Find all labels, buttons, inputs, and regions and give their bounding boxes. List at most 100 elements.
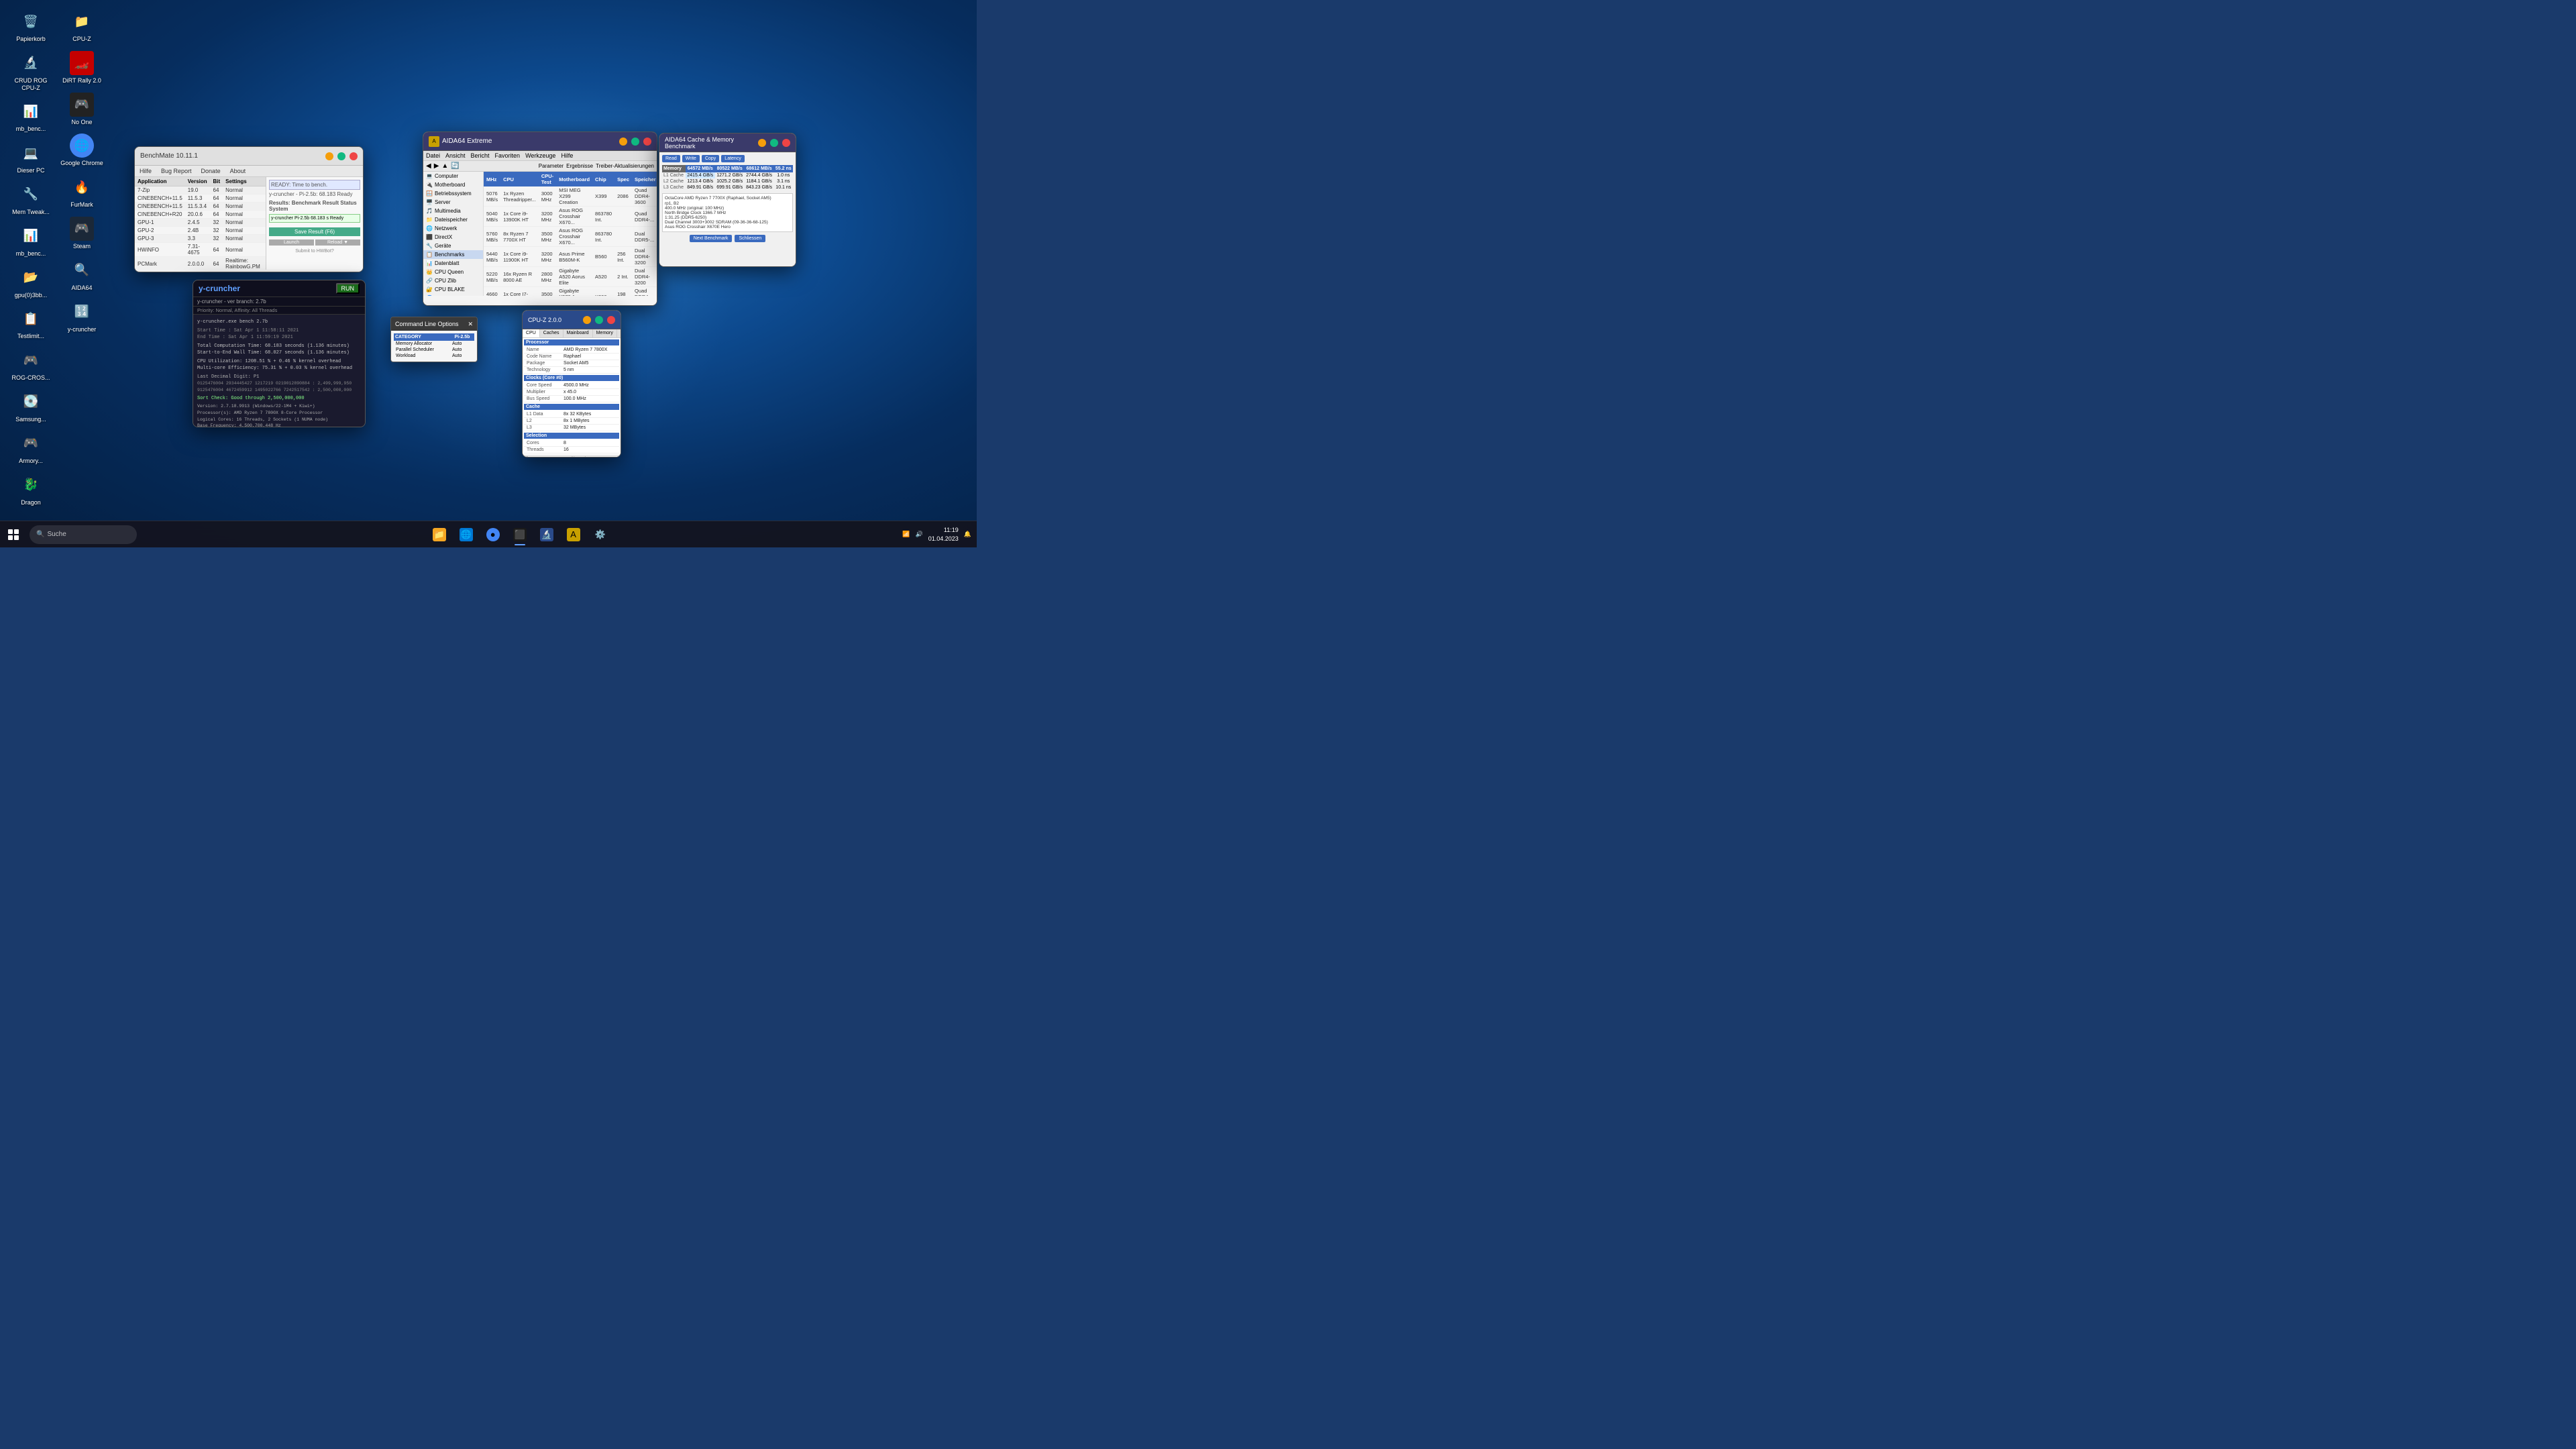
aida-bench-maximize[interactable] — [770, 139, 778, 147]
taskbar-app-terminal[interactable]: ⬛ — [508, 523, 532, 547]
benchmate-menu-about[interactable]: About — [228, 167, 248, 175]
desktop-icon-mem-tweak[interactable]: 🔧 Mem Tweak... — [7, 180, 55, 219]
taskbar-app-aida[interactable]: A — [561, 523, 586, 547]
aida64-toolbar-param[interactable]: Parameter — [539, 163, 564, 169]
benchmate-maximize[interactable] — [337, 152, 345, 160]
aida-bench-write-btn[interactable]: Write — [682, 155, 700, 162]
desktop-icon-dieser-pc[interactable]: 💻 Dieser PC — [7, 138, 55, 177]
cmdopts-parallel-value: Auto — [450, 347, 474, 353]
desktop-icon-testlimit[interactable]: 📋 Testlimit... — [7, 304, 55, 343]
desktop-icon-rog-cross[interactable]: 🎮 ROG-CROS... — [7, 345, 55, 384]
desktop-icon-dragon[interactable]: 🐉 Dragon — [7, 470, 55, 509]
aida64-toolbar-update[interactable]: Treiber-Aktualisierungen — [596, 163, 654, 169]
cpuz-tab-caches[interactable]: Caches — [540, 329, 564, 337]
taskbar-app-cpuz[interactable]: 🔬 — [535, 523, 559, 547]
taskbar-app-edge[interactable]: 🌐 — [454, 523, 478, 547]
aida-bench-close-btn[interactable]: Schliessen — [735, 235, 765, 242]
taskbar-start-button[interactable] — [0, 521, 27, 548]
aida64-sidebar-server[interactable]: 🖥️ Server — [423, 198, 483, 207]
desktop-icon-recycle-bin[interactable]: 🗑️ Papierkorb — [7, 7, 55, 46]
aida64-sidebar-betriebssystem[interactable]: 🪟 Betriebssystem — [423, 189, 483, 198]
benchmate-launch-button[interactable]: Launch — [269, 239, 314, 246]
aida-bench-next-btn[interactable]: Next Benchmark — [690, 235, 733, 242]
taskbar-app-settings[interactable]: ⚙️ — [588, 523, 612, 547]
benchmate-menu-hilfe[interactable]: Hilfe — [138, 167, 154, 175]
benchmate-content: Hilfe Bug Report Donate About Applicatio… — [135, 166, 363, 272]
aida-taskbar-icon: A — [567, 528, 580, 541]
aida64-sidebar-motherboard[interactable]: 🔌 Motherboard — [423, 180, 483, 189]
aida64-toolbar-up[interactable]: ▲ — [441, 162, 448, 170]
ycruncher-terminal[interactable]: y-cruncher.exe bench 2.7b Start Time : S… — [193, 315, 365, 427]
aida-bench-minimize[interactable] — [758, 139, 766, 147]
table-row: CINEBENCH+11.511.5.3.464Normal — [135, 203, 266, 211]
aida64-close[interactable] — [643, 138, 651, 146]
cpuz-folder-label: CPU-Z — [72, 36, 91, 43]
desktop-icon-steam[interactable]: 🎮 Steam — [58, 214, 106, 253]
aida-bench-read-btn[interactable]: Read — [662, 155, 680, 162]
aida64-minimize[interactable] — [619, 138, 627, 146]
aida64-toolbar-refresh[interactable]: 🔄 — [451, 162, 459, 170]
desktop-icon-google-chrome[interactable]: 🌐 Google Chrome — [58, 131, 106, 170]
aida64-menu-hilfe[interactable]: Hilfe — [561, 152, 573, 159]
cpuz-core-speed-label: Core Speed — [527, 383, 564, 388]
desktop-icon-gpu3bb[interactable]: 📂 gpu(0)3bb... — [7, 263, 55, 302]
aida64-sidebar-computer[interactable]: 💻 Computer — [423, 172, 483, 180]
aida64-sidebar-benchmarks[interactable]: 📊 Datenblatt — [423, 259, 483, 268]
aida64-sidebar-dateispeicher[interactable]: 📁 Dateispeicher — [423, 215, 483, 224]
desktop-icon-mb-benchmark[interactable]: 📊 mb_benc... — [7, 97, 55, 136]
cpuz-tab-mainboard[interactable]: Mainboard — [564, 329, 593, 337]
aida64-menu-ansicht[interactable]: Ansicht — [445, 152, 466, 159]
aida-bench-latency-btn[interactable]: Latency — [721, 155, 745, 162]
cpuz-tab-cpu[interactable]: CPU — [523, 329, 540, 337]
cpuz-close[interactable] — [607, 316, 615, 324]
desktop-icon-samsung[interactable]: 💽 Samsung... — [7, 387, 55, 426]
aida64-sidebar-multimedia[interactable]: 🎵 Multimedia — [423, 207, 483, 215]
desktop-icon-dirt-rally[interactable]: 🏎️ DiRT Rally 2.0 — [58, 48, 106, 87]
aida64-sidebar-cpu-blake[interactable]: 🔐 CPU BLAKE — [423, 285, 483, 294]
desktop-icon-mb-bench2[interactable]: 📊 mb_benc... — [7, 221, 55, 260]
aida64-sidebar-fpu-mandel[interactable]: 🌀 FPU Mandel — [423, 294, 483, 296]
desktop-icon-crud-rog[interactable]: 🔬 CRUD ROG CPU-Z — [7, 48, 55, 95]
desktop-icon-no-one[interactable]: 🎮 No One — [58, 90, 106, 129]
aida64-sidebar-directx[interactable]: ⬛ DirectX — [423, 233, 483, 241]
aida64-maximize[interactable] — [631, 138, 639, 146]
aida64-menu-werkzeuge[interactable]: Werkzeuge — [525, 152, 555, 159]
benchmate-minimize[interactable] — [325, 152, 333, 160]
taskbar-app-file-explorer[interactable]: 📁 — [427, 523, 451, 547]
aida64-menu-datei[interactable]: Datei — [426, 152, 440, 159]
aida64-sidebar-cpu-zlib[interactable]: 🔗 CPU Zlib — [423, 276, 483, 285]
ycruncher-run-button[interactable]: RUN — [336, 283, 360, 294]
aida64-toolbar-forward[interactable]: ▶ — [434, 162, 439, 170]
aida64-menu-favoriten[interactable]: Favoriten — [495, 152, 521, 159]
desktop-icon-ycruncher[interactable]: 🔢 y-cruncher — [58, 297, 106, 336]
benchmate-close[interactable] — [350, 152, 358, 160]
armory-icon: 🎮 — [19, 431, 43, 455]
aida-bench-close[interactable] — [782, 139, 790, 147]
aida64-sidebar-kategorien[interactable]: 📋 Benchmarks — [423, 250, 483, 259]
cpuz-minimize[interactable] — [583, 316, 591, 324]
benchmate-menu-bugreport[interactable]: Bug Report — [159, 167, 194, 175]
benchmate-save-button[interactable]: Save Result (F6) — [269, 227, 360, 236]
cmdopts-close-btn[interactable]: ✕ — [468, 321, 473, 328]
taskbar-search-bar[interactable]: 🔍 Suche — [30, 525, 137, 544]
table-row: 5076 MB/s1x Ryzen Threadripper...3000 MH… — [484, 186, 657, 207]
aida64-toolbar-results[interactable]: Ergebnisse — [566, 163, 593, 169]
desktop-icon-aida64[interactable]: 🔍 AIDA64 — [58, 256, 106, 294]
desktop-icon-cpuz-folder[interactable]: 📁 CPU-Z — [58, 7, 106, 46]
taskbar-clock[interactable]: 11:19 01.04.2023 — [928, 526, 959, 543]
cpuz-tab-memory[interactable]: Memory — [593, 329, 617, 337]
benchmate-menu-donate[interactable]: Donate — [199, 167, 223, 175]
aida64-sidebar-netzwerk[interactable]: 🌐 Netzwerk — [423, 224, 483, 233]
aida64-menu-bericht[interactable]: Bericht — [471, 152, 490, 159]
aida-bench-copy-btn[interactable]: Copy — [702, 155, 719, 162]
desktop-icon-armory[interactable]: 🎮 Armory... — [7, 429, 55, 468]
benchmate-reload-button[interactable]: Reload ▼ — [315, 239, 360, 246]
cpuz-tab-spd[interactable]: SPD — [617, 329, 621, 337]
taskbar-notification-icon[interactable]: 🔔 — [964, 531, 971, 538]
aida64-sidebar-geraete[interactable]: 🔧 Geräte — [423, 241, 483, 250]
aida64-sidebar-cpu-queen[interactable]: 👑 CPU Queen — [423, 268, 483, 276]
cpuz-maximize[interactable] — [595, 316, 603, 324]
aida64-toolbar-back[interactable]: ◀ — [426, 162, 431, 170]
desktop-icon-furmark[interactable]: 🔥 FurMark — [58, 172, 106, 211]
taskbar-app-chrome[interactable]: ● — [481, 523, 505, 547]
